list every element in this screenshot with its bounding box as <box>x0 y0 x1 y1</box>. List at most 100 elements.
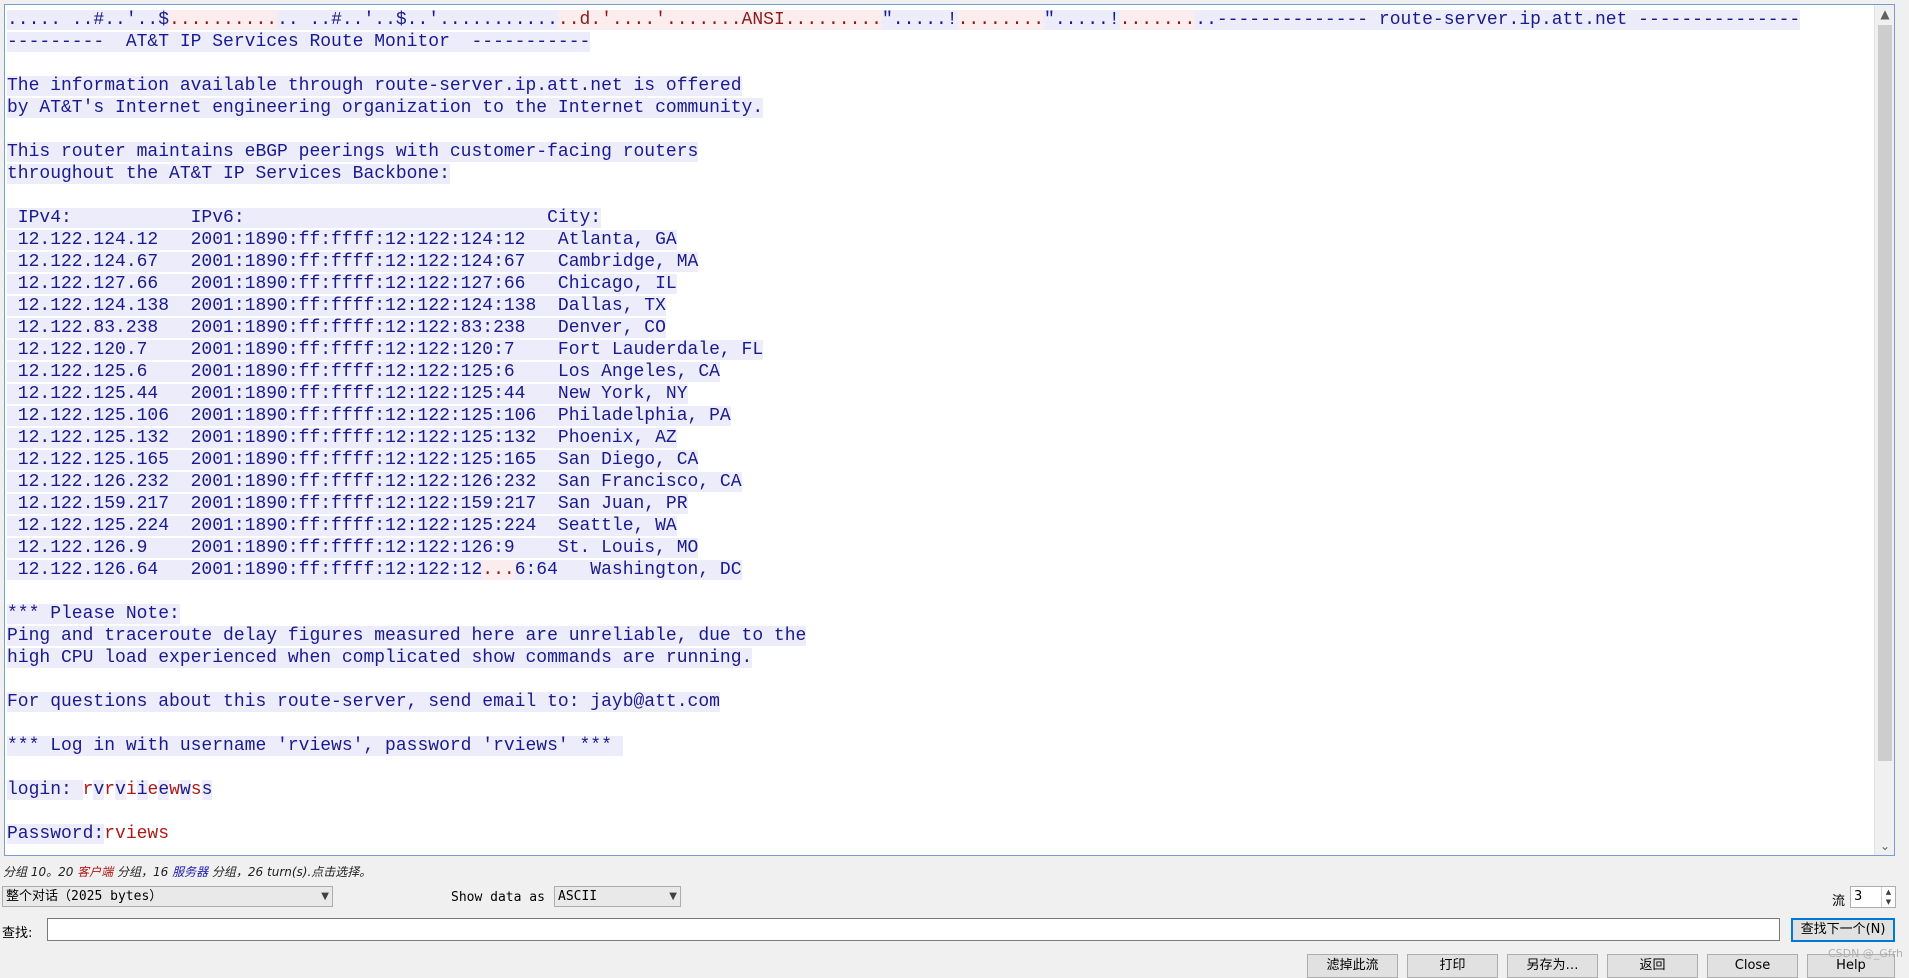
client-label: 客户端 <box>77 865 114 879</box>
server-text: This router maintains eBGP peerings with… <box>7 142 699 162</box>
server-text: ..... ..#..'..$ <box>7 10 170 30</box>
stream-line: 12.122.126.9 2001:1890:ff:ffff:12:122:12… <box>7 537 1873 559</box>
chevron-down-icon: ▼ <box>669 891 677 902</box>
server-text: 12.122.125.224 2001:1890:ff:ffff:12:122:… <box>7 516 677 536</box>
server-text: 12.122.125.44 2001:1890:ff:ffff:12:122:1… <box>7 384 688 404</box>
show-data-value: ASCII <box>558 889 598 904</box>
spin-down-icon[interactable]: ▼ <box>1881 897 1895 907</box>
stream-line: --------- AT&T IP Services Route Monitor… <box>7 31 1873 53</box>
stream-line: 12.122.125.224 2001:1890:ff:ffff:12:122:… <box>7 515 1873 537</box>
stream-line: *** Log in with username 'rviews', passw… <box>7 735 1873 757</box>
server-text: 12.122.159.217 2001:1890:ff:ffff:12:122:… <box>7 494 688 514</box>
follow-stream-text-pane[interactable]: ..... ..#..'..$............ ..#..'..$..'… <box>4 4 1895 856</box>
stream-line: 12.122.125.44 2001:1890:ff:ffff:12:122:1… <box>7 383 1873 405</box>
back-button[interactable]: 返回 <box>1607 954 1698 978</box>
find-next-button[interactable]: 查找下一个(N) <box>1791 918 1895 942</box>
summary-text: 分组，26 turn(s).点击选择。 <box>208 865 372 879</box>
stream-label: 流 <box>1832 894 1846 909</box>
stream-line: The information available through route-… <box>7 75 1873 97</box>
server-text: 12.122.124.12 2001:1890:ff:ffff:12:122:1… <box>7 230 677 250</box>
filter-out-stream-button[interactable]: 滤掉此流 <box>1307 954 1398 978</box>
stream-line: by AT&T's Internet engineering organizat… <box>7 97 1873 119</box>
server-text: 12.122.125.106 2001:1890:ff:ffff:12:122:… <box>7 406 731 426</box>
stream-line: throughout the AT&T IP Services Backbone… <box>7 163 1873 185</box>
stream-line: 12.122.124.67 2001:1890:ff:ffff:12:122:1… <box>7 251 1873 273</box>
stream-line <box>7 119 1873 141</box>
chevron-down-icon: ▼ <box>321 891 329 902</box>
stream-line <box>7 801 1873 823</box>
stream-line: 12.122.125.106 2001:1890:ff:ffff:12:122:… <box>7 405 1873 427</box>
stream-line: ..... ..#..'..$............ ..#..'..$..'… <box>7 9 1873 31</box>
server-text: 6:64 Washington, DC <box>514 560 742 580</box>
server-text: *** Please Note: <box>7 604 180 624</box>
server-label: 服务器 <box>172 865 209 879</box>
server-text: .. ..#..'..$..'........... <box>277 10 558 30</box>
client-text: r <box>82 780 94 800</box>
find-label: 查找: <box>2 926 33 941</box>
client-text: r <box>104 780 116 800</box>
server-text: For questions about this route-server, s… <box>7 692 720 712</box>
stream-line: 12.122.126.64 2001:1890:ff:ffff:12:122:1… <box>7 559 1873 581</box>
client-text: s <box>190 780 202 800</box>
close-button[interactable]: Close <box>1707 954 1798 978</box>
server-text: throughout the AT&T IP Services Backbone… <box>7 164 450 184</box>
scroll-up-icon[interactable]: ▲ <box>1875 5 1894 23</box>
stream-content: ..... ..#..'..$............ ..#..'..$..'… <box>7 9 1873 853</box>
scrollbar-thumb[interactable] <box>1878 25 1892 761</box>
stream-line: 12.122.159.217 2001:1890:ff:ffff:12:122:… <box>7 493 1873 515</box>
stream-number-spinner[interactable]: 3 ▲ ▼ <box>1850 886 1896 908</box>
server-text: login: <box>7 780 83 800</box>
stream-line: *** Please Note: <box>7 603 1873 625</box>
summary-text: 分组，16 <box>113 865 173 879</box>
client-text: .......... <box>169 10 278 30</box>
server-text: Ping and traceroute delay figures measur… <box>7 626 807 646</box>
server-text: *** Log in with username 'rviews', passw… <box>7 736 623 756</box>
stream-number: 3 <box>1854 889 1863 904</box>
server-text: 12.122.120.7 2001:1890:ff:ffff:12:122:12… <box>7 340 764 360</box>
stream-line <box>7 53 1873 75</box>
stream-line <box>7 713 1873 735</box>
server-text: 12.122.126.64 2001:1890:ff:ffff:12:122:1… <box>7 560 483 580</box>
stream-line <box>7 581 1873 603</box>
client-text: rviews <box>104 824 170 844</box>
show-data-label: Show data as <box>451 890 545 905</box>
server-text: Password: <box>7 824 105 844</box>
conversation-select[interactable]: 整个对话（2025 bytes） ▼ <box>2 886 333 907</box>
stream-line: IPv4: IPv6: City: <box>7 207 1873 229</box>
stream-line: Password:rviews <box>7 823 1873 845</box>
client-text: ....... <box>1119 10 1196 30</box>
summary-text: 分组 10。20 <box>3 865 78 879</box>
client-text: ... <box>482 560 515 580</box>
server-text: 12.122.124.67 2001:1890:ff:ffff:12:122:1… <box>7 252 699 272</box>
server-text: ..-------------- route-server.ip.att.net… <box>1195 10 1801 30</box>
server-text: 12.122.125.132 2001:1890:ff:ffff:12:122:… <box>7 428 677 448</box>
save-as-button[interactable]: 另存为… <box>1507 954 1598 978</box>
server-text: 12.122.126.9 2001:1890:ff:ffff:12:122:12… <box>7 538 699 558</box>
stream-line: login: rvrviieewwss <box>7 779 1873 801</box>
server-text: e <box>158 780 170 800</box>
server-text: w <box>179 780 191 800</box>
client-text: ..d.'....'.......ANSI......... <box>557 10 882 30</box>
client-text: w <box>169 780 180 800</box>
server-text: ".....! <box>1044 10 1120 30</box>
spin-up-icon[interactable]: ▲ <box>1881 887 1895 897</box>
stream-line <box>7 757 1873 779</box>
server-text: IPv4: IPv6: City: <box>7 208 602 228</box>
stream-line: high CPU load experienced when complicat… <box>7 647 1873 669</box>
server-text: --------- AT&T IP Services Route Monitor… <box>7 32 591 52</box>
stream-line: This router maintains eBGP peerings with… <box>7 141 1873 163</box>
print-button[interactable]: 打印 <box>1407 954 1498 978</box>
stream-line: 12.122.124.12 2001:1890:ff:ffff:12:122:1… <box>7 229 1873 251</box>
show-data-select[interactable]: ASCII ▼ <box>554 886 681 907</box>
server-text: 12.122.126.232 2001:1890:ff:ffff:12:122:… <box>7 472 742 492</box>
stream-line: 12.122.125.132 2001:1890:ff:ffff:12:122:… <box>7 427 1873 449</box>
watermark: CSDN @_Gfrh <box>1827 947 1903 960</box>
client-text: ........ <box>957 10 1045 30</box>
server-text: v <box>115 780 126 800</box>
scroll-down-icon[interactable]: ⌄ <box>1875 837 1894 855</box>
stream-line: 12.122.125.6 2001:1890:ff:ffff:12:122:12… <box>7 361 1873 383</box>
find-input[interactable] <box>47 918 1780 941</box>
vertical-scrollbar[interactable]: ▲ ⌄ <box>1874 5 1894 855</box>
packet-summary: 分组 10。20 客户端 分组，16 服务器 分组，26 turn(s).点击选… <box>3 863 371 880</box>
stream-line: 12.122.124.138 2001:1890:ff:ffff:12:122:… <box>7 295 1873 317</box>
